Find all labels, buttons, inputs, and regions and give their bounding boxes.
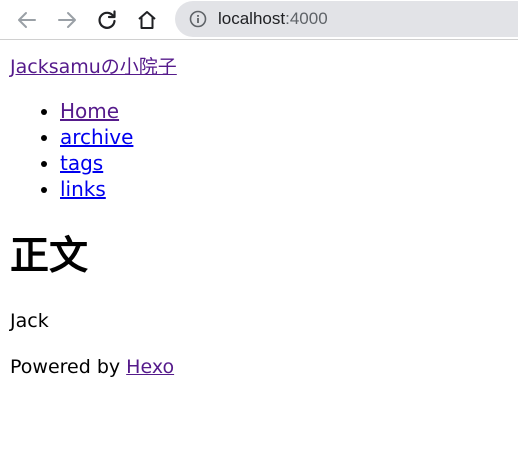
menu-link-tags[interactable]: tags	[60, 151, 103, 175]
forward-arrow-icon	[58, 12, 76, 28]
menu-item-links: links	[60, 176, 133, 202]
post-body: Jack	[10, 310, 49, 332]
back-button[interactable]	[13, 6, 41, 34]
back-arrow-icon	[18, 12, 36, 28]
url-host: localhost	[218, 9, 286, 28]
home-icon	[138, 11, 156, 29]
forward-button[interactable]	[53, 6, 81, 34]
menu-link-home[interactable]: Home	[60, 99, 119, 123]
info-icon[interactable]	[189, 10, 207, 28]
reload-button[interactable]	[93, 6, 121, 34]
nav-menu: Home archive tags links	[0, 98, 133, 202]
footer: Powered by Hexo	[10, 355, 174, 379]
menu-link-archive[interactable]: archive	[60, 125, 133, 149]
url-text[interactable]: localhost:4000	[218, 9, 328, 29]
browser-toolbar: localhost:4000	[0, 0, 518, 40]
hexo-link[interactable]: Hexo	[126, 356, 174, 378]
address-bar[interactable]: localhost:4000	[175, 1, 518, 37]
menu-item-archive: archive	[60, 124, 133, 150]
home-button[interactable]	[133, 6, 161, 34]
url-port: :4000	[285, 9, 328, 28]
post-title: 正文	[10, 234, 89, 279]
menu-link-links[interactable]: links	[60, 177, 106, 201]
reload-icon	[98, 10, 116, 29]
menu-item-home: Home	[60, 98, 133, 124]
site-title-link[interactable]: Jacksamuの小院子	[10, 55, 177, 79]
page-content: Jacksamuの小院子 Home archive tags links 正文 …	[0, 41, 518, 460]
menu-item-tags: tags	[60, 150, 133, 176]
footer-text: Powered by	[10, 356, 127, 378]
